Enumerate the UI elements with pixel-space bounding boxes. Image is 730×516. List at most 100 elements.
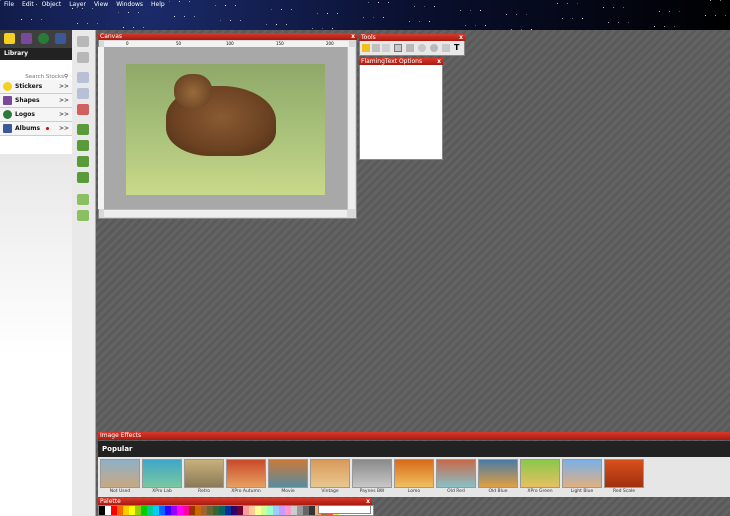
smiley-icon[interactable] — [4, 33, 15, 44]
square-icon[interactable] — [406, 44, 414, 52]
menu-edit[interactable]: Edit — [18, 0, 38, 9]
facebook-icon — [3, 124, 12, 133]
effect-thumbnail[interactable]: Light Blue — [562, 459, 602, 495]
effect-thumbnail[interactable]: Old Blue — [478, 459, 518, 495]
flamingtext-options-header[interactable]: FlamingText Options x — [359, 58, 443, 65]
palette-header[interactable]: Palette x — [98, 498, 372, 505]
effect-thumbnail[interactable]: Paynes BW — [352, 459, 392, 495]
delete-icon[interactable] — [77, 104, 89, 115]
library-item-shapes[interactable]: Shapes >> — [0, 94, 72, 108]
star — [123, 27, 124, 28]
flip-horizontal-icon[interactable] — [77, 156, 89, 167]
star — [281, 9, 282, 10]
redo-icon[interactable] — [77, 52, 89, 63]
effect-thumbnail[interactable]: Vintage — [310, 459, 350, 495]
circle-icon[interactable] — [430, 44, 438, 52]
flamingtext-title: FlamingText Options — [361, 58, 423, 65]
star — [679, 11, 680, 12]
library-item-stickers[interactable]: Stickers >> — [0, 80, 72, 94]
chevron-right-icon[interactable]: >> — [59, 108, 69, 121]
star — [567, 3, 568, 4]
horizontal-scrollbar[interactable] — [104, 209, 347, 217]
tools-title: Tools — [361, 34, 376, 41]
effect-preview — [478, 459, 518, 488]
star — [429, 21, 430, 22]
star — [189, 1, 190, 2]
star — [235, 5, 236, 6]
chevron-right-icon[interactable]: >> — [59, 80, 69, 93]
cut-icon[interactable] — [77, 72, 89, 83]
close-icon[interactable]: x — [437, 58, 441, 65]
flip-vertical-icon[interactable] — [77, 172, 89, 183]
effect-thumbnail[interactable]: Red Scale — [604, 459, 644, 495]
effect-thumbnail[interactable]: Lomo — [394, 459, 434, 495]
palette-title: Palette — [100, 498, 121, 505]
effect-label: Light Blue — [570, 489, 594, 494]
effect-thumbnail[interactable]: Movie — [268, 459, 308, 495]
star — [184, 16, 185, 17]
close-icon[interactable]: x — [366, 498, 370, 505]
line-icon[interactable] — [382, 44, 390, 52]
star — [230, 20, 231, 21]
move-down-icon[interactable] — [77, 210, 89, 221]
menu-file[interactable]: File — [0, 0, 18, 9]
menu-object[interactable]: Object — [38, 0, 66, 9]
menu-bar: File Edit Object Layer View Windows Help — [0, 0, 169, 9]
effects-section-title: Popular — [98, 441, 730, 457]
bear-head — [174, 74, 212, 108]
rectangle-icon[interactable] — [394, 44, 402, 52]
effect-label: Retro — [198, 489, 210, 494]
close-icon[interactable]: x — [351, 33, 355, 40]
star — [322, 28, 323, 29]
effect-thumbnail[interactable]: Retro — [184, 459, 224, 495]
star — [169, 1, 170, 2]
star — [480, 10, 481, 11]
close-icon[interactable]: x — [459, 34, 463, 41]
ellipse-icon[interactable] — [418, 44, 426, 52]
star — [414, 6, 415, 7]
tools-panel-header[interactable]: Tools x — [359, 34, 465, 41]
menu-view[interactable]: View — [90, 0, 112, 9]
star — [77, 23, 78, 24]
move-up-icon[interactable] — [77, 194, 89, 205]
effect-thumbnail[interactable]: XPro Green — [520, 459, 560, 495]
bring-forward-icon[interactable] — [77, 124, 89, 135]
chevron-right-icon[interactable]: >> — [59, 94, 69, 107]
logo-icon[interactable] — [38, 33, 49, 44]
star — [220, 20, 221, 21]
shapes-icon[interactable] — [21, 33, 32, 44]
star — [388, 2, 389, 3]
color-input[interactable] — [318, 505, 371, 514]
star — [286, 24, 287, 25]
chevron-right-icon[interactable]: >> — [59, 122, 69, 135]
library-item-albums[interactable]: Albums >> — [0, 122, 72, 136]
pencil-icon[interactable] — [372, 44, 380, 52]
effect-thumbnail[interactable]: XPro Autumn — [226, 459, 266, 495]
effect-thumbnail[interactable]: Old Red — [436, 459, 476, 495]
library-icon-bar — [0, 30, 72, 48]
library-item-logos[interactable]: Logos >> — [0, 108, 72, 122]
select-icon[interactable] — [362, 44, 370, 52]
effect-thumbnail[interactable]: XPro Lab — [142, 459, 182, 495]
effect-thumbnail[interactable]: Not Used — [100, 459, 140, 495]
effect-label: Old Red — [447, 489, 465, 494]
menu-help[interactable]: Help — [147, 0, 169, 9]
library-title: Library — [0, 48, 72, 60]
image-effects-header[interactable]: Image Effects — [98, 432, 730, 440]
facebook-icon[interactable] — [55, 33, 66, 44]
copy-icon[interactable] — [77, 88, 89, 99]
undo-icon[interactable] — [77, 36, 89, 47]
text-icon[interactable]: T — [454, 44, 462, 52]
canvas-panel-header[interactable]: Canvas x — [98, 33, 357, 40]
effect-label: Lomo — [407, 489, 421, 494]
menu-windows[interactable]: Windows — [112, 0, 147, 9]
star — [97, 23, 98, 24]
star — [669, 11, 670, 12]
shape-icon[interactable] — [442, 44, 450, 52]
send-backward-icon[interactable] — [77, 140, 89, 151]
star — [705, 15, 706, 16]
star — [623, 7, 624, 8]
bear-photo[interactable] — [126, 64, 325, 195]
menu-layer[interactable]: Layer — [65, 0, 90, 9]
vertical-scrollbar[interactable] — [347, 47, 355, 209]
